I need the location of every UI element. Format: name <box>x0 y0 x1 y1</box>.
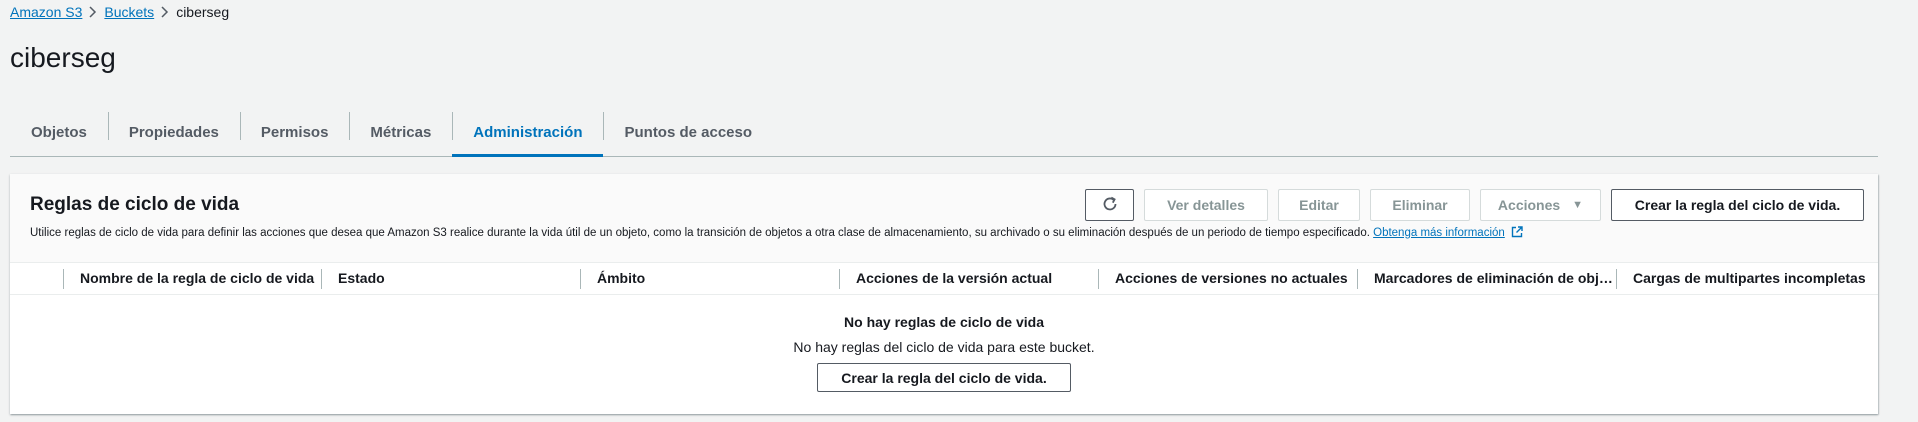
lifecycle-rules-panel: Reglas de ciclo de vida Ver detalles Edi… <box>10 174 1878 414</box>
external-link-icon <box>1511 226 1523 238</box>
empty-state: No hay reglas de ciclo de vida No hay re… <box>10 304 1878 392</box>
tab-permisos[interactable]: Permisos <box>239 108 350 156</box>
edit-button[interactable]: Editar <box>1278 189 1360 221</box>
view-details-button[interactable]: Ver detalles <box>1144 189 1268 221</box>
empty-state-title: No hay reglas de ciclo de vida <box>844 314 1044 330</box>
create-lifecycle-rule-button[interactable]: Crear la regla del ciclo de vida. <box>1611 189 1864 221</box>
column-noncurrent-version-actions[interactable]: Acciones de versiones no actuales <box>1099 263 1358 294</box>
tab-propiedades[interactable]: Propiedades <box>107 108 240 156</box>
actions-dropdown[interactable]: Acciones ▼ <box>1480 189 1601 221</box>
column-select <box>10 263 64 294</box>
caret-down-icon: ▼ <box>1572 199 1584 211</box>
tab-bar: Objetos Propiedades Permisos Métricas Ad… <box>10 108 1878 157</box>
refresh-button[interactable] <box>1085 189 1134 221</box>
empty-state-create-button[interactable]: Crear la regla del ciclo de vida. <box>817 363 1071 392</box>
chevron-right-icon <box>82 4 104 20</box>
column-current-version-actions[interactable]: Acciones de la versión actual <box>840 263 1099 294</box>
tab-objetos[interactable]: Objetos <box>10 108 108 156</box>
actions-label: Acciones <box>1497 197 1561 213</box>
breadcrumb-current: ciberseg <box>176 4 230 20</box>
empty-state-description: No hay reglas del ciclo de vida para est… <box>793 339 1095 355</box>
column-status[interactable]: Estado <box>322 263 581 294</box>
table-header: Nombre de la regla de ciclo de vida Esta… <box>10 263 1878 295</box>
column-incomplete-multipart-uploads[interactable]: Cargas de multipartes incompletas <box>1617 263 1876 294</box>
tab-administracion[interactable]: Administración <box>452 108 604 157</box>
chevron-right-icon <box>154 4 176 20</box>
panel-title: Reglas de ciclo de vida <box>30 194 240 215</box>
page-title: ciberseg <box>10 42 116 73</box>
column-scope[interactable]: Ámbito <box>581 263 840 294</box>
refresh-icon <box>1101 195 1119 216</box>
panel-description: Utilice reglas de ciclo de vida para def… <box>30 226 1523 239</box>
tab-metricas[interactable]: Métricas <box>349 108 452 156</box>
panel-description-text: Utilice reglas de ciclo de vida para def… <box>30 227 1370 239</box>
breadcrumb: Amazon S3 Buckets ciberseg <box>10 4 229 20</box>
tab-puntos-de-acceso[interactable]: Puntos de acceso <box>603 108 773 156</box>
column-expired-delete-markers[interactable]: Marcadores de eliminación de objetos cad… <box>1358 263 1617 294</box>
column-rule-name[interactable]: Nombre de la regla de ciclo de vida <box>64 263 322 294</box>
breadcrumb-link-amazon-s3[interactable]: Amazon S3 <box>10 4 82 20</box>
delete-button[interactable]: Eliminar <box>1370 189 1470 221</box>
learn-more-link[interactable]: Obtenga más información <box>1373 227 1505 239</box>
breadcrumb-link-buckets[interactable]: Buckets <box>104 4 154 20</box>
panel-header: Reglas de ciclo de vida Ver detalles Edi… <box>10 174 1878 263</box>
